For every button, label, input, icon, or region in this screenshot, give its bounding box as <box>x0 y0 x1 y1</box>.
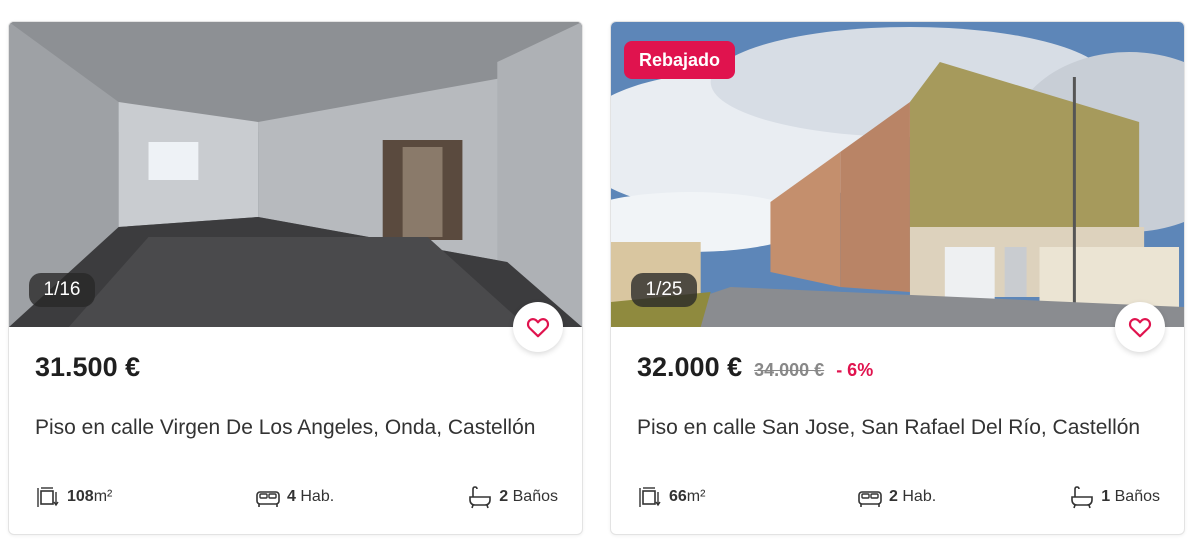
area-icon <box>639 487 661 507</box>
photo-counter: 1/16 <box>29 273 95 307</box>
old-price: 34.000 € <box>754 360 825 380</box>
rooms-value: 4 <box>287 488 296 505</box>
bed-icon <box>858 491 882 507</box>
rooms-value: 2 <box>889 488 898 505</box>
price-row: 31.500 € <box>35 352 140 383</box>
bathtub-icon <box>1071 486 1094 509</box>
price: 31.500 € <box>35 352 141 382</box>
baths-label: Baños <box>512 488 558 505</box>
features-row: 108m² 4 Hab. 2 Baños <box>35 484 558 512</box>
price: 32.000 € <box>637 352 743 382</box>
reduced-badge: Rebajado <box>624 41 736 79</box>
feature-area: 66m² <box>637 484 705 510</box>
feature-baths: 1 Baños <box>1069 484 1160 510</box>
favorite-button[interactable] <box>513 302 563 352</box>
bed-icon <box>256 491 280 507</box>
listing-card[interactable]: Rebajado 1/25 32.000 € 34.000 € - 6% Pis… <box>610 21 1185 535</box>
discount-label: - 6% <box>836 360 874 380</box>
rooms-label: Hab. <box>902 488 937 505</box>
listing-title[interactable]: Piso en calle San Jose, San Rafael Del R… <box>637 416 1140 440</box>
photo-counter: 1/25 <box>631 273 697 307</box>
feature-rooms: 2 Hab. <box>857 484 936 510</box>
price-row: 32.000 € 34.000 € - 6% <box>637 352 873 383</box>
heart-icon <box>526 318 550 338</box>
feature-area: 108m² <box>35 484 112 510</box>
listing-photo[interactable] <box>9 22 582 327</box>
listing-title[interactable]: Piso en calle Virgen De Los Angeles, Ond… <box>35 416 535 440</box>
baths-label: Baños <box>1114 488 1160 505</box>
feature-rooms: 4 Hab. <box>255 484 334 510</box>
area-icon <box>37 487 59 507</box>
area-value: 108 <box>67 488 94 505</box>
feature-baths: 2 Baños <box>467 484 558 510</box>
favorite-button[interactable] <box>1115 302 1165 352</box>
features-row: 66m² 2 Hab. 1 Baños <box>637 484 1160 512</box>
listing-card[interactable]: 1/16 31.500 € Piso en calle Virgen De Lo… <box>8 21 583 535</box>
baths-value: 1 <box>1101 488 1111 505</box>
baths-value: 2 <box>499 488 509 505</box>
area-value: 66 <box>669 488 687 505</box>
area-unit: m² <box>93 488 113 505</box>
area-unit: m² <box>686 488 706 505</box>
bathtub-icon <box>469 486 492 509</box>
interior-room-photo <box>9 22 582 327</box>
rooms-label: Hab. <box>300 488 335 505</box>
heart-icon <box>1128 318 1152 338</box>
